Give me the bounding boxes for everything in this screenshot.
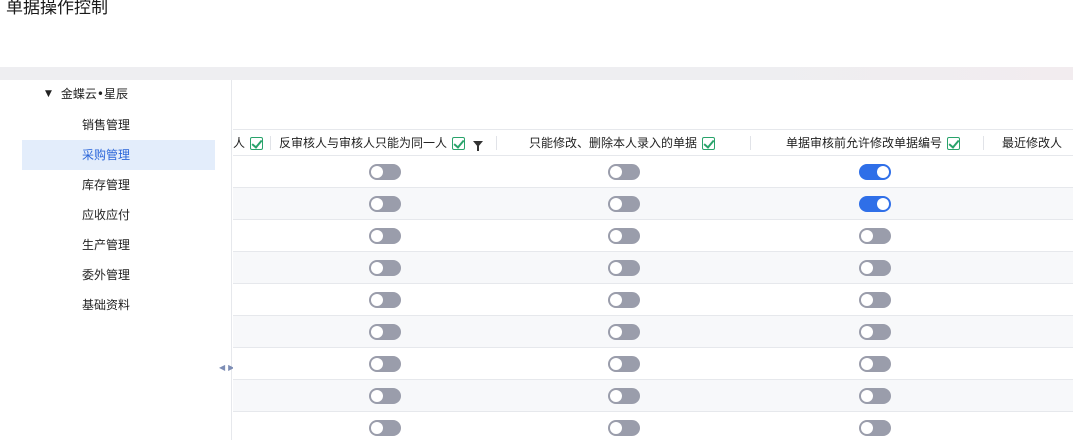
tree-item-purchase[interactable]: 采购管理 <box>22 140 215 170</box>
table-row <box>233 156 1073 188</box>
tree-item-inventory[interactable]: 库存管理 <box>22 170 215 200</box>
header-divider-band <box>0 67 1073 80</box>
filter-icon[interactable] <box>473 141 484 151</box>
toggle-own-docs-only[interactable] <box>608 228 640 244</box>
column-header-label: 只能修改、删除本人录入的单据 <box>529 136 698 150</box>
table-row <box>233 284 1073 316</box>
table-row <box>233 220 1073 252</box>
toggle-reverse-audit-same[interactable] <box>369 228 401 244</box>
column-header-last-modifier[interactable]: 最近修改人 <box>1002 130 1062 156</box>
toggle-reverse-audit-same[interactable] <box>369 164 401 180</box>
tree-item-production[interactable]: 生产管理 <box>22 230 215 260</box>
table-row <box>233 188 1073 220</box>
page-title: 单据操作控制 <box>6 0 108 18</box>
toggle-edit-number-before-audit[interactable] <box>859 388 891 404</box>
toggle-edit-number-before-audit[interactable] <box>859 260 891 276</box>
column-header-label: 最近修改人 <box>1002 136 1063 150</box>
toggle-own-docs-only[interactable] <box>608 388 640 404</box>
toggle-edit-number-before-audit[interactable] <box>859 292 891 308</box>
toggle-own-docs-only[interactable] <box>608 356 640 372</box>
table-row <box>233 316 1073 348</box>
toggle-own-docs-only[interactable] <box>608 260 640 276</box>
toggle-own-docs-only[interactable] <box>608 292 640 308</box>
toggle-reverse-audit-same[interactable] <box>369 196 401 212</box>
toggle-edit-number-before-audit[interactable] <box>859 356 891 372</box>
column-separator <box>750 136 751 150</box>
checkbox-checked-icon[interactable] <box>250 136 264 150</box>
checkbox-checked-icon[interactable] <box>947 136 961 150</box>
toggle-reverse-audit-same[interactable] <box>369 420 401 436</box>
column-separator <box>983 136 984 150</box>
toggle-own-docs-only[interactable] <box>608 196 640 212</box>
toggle-own-docs-only[interactable] <box>608 324 640 340</box>
tree-root-label: 金蝶云•星辰 <box>60 87 129 101</box>
tree-root[interactable]: ▼ 金蝶云•星辰 <box>45 86 128 102</box>
column-header-label: 人 <box>233 136 246 150</box>
checkbox-checked-icon[interactable] <box>452 136 466 150</box>
toggle-edit-number-before-audit[interactable] <box>859 324 891 340</box>
checkbox-checked-icon[interactable] <box>702 136 716 150</box>
table-row <box>233 348 1073 380</box>
toggle-edit-number-before-audit[interactable] <box>859 196 891 212</box>
toggle-edit-number-before-audit[interactable] <box>859 228 891 244</box>
column-header-label: 反审核人与审核人只能为同一人 <box>279 136 448 150</box>
column-header-cut[interactable]: 人 <box>233 130 264 156</box>
column-header-edit-number-before-audit[interactable]: 单据审核前允许修改单据编号 <box>786 130 961 156</box>
tree-item-receivable-payable[interactable]: 应收应付 <box>22 200 215 230</box>
column-header-reverse-audit-same[interactable]: 反审核人与审核人只能为同一人 <box>279 130 484 156</box>
table-row <box>233 252 1073 284</box>
tree-item-sales[interactable]: 销售管理 <box>22 110 215 140</box>
toggle-edit-number-before-audit[interactable] <box>859 164 891 180</box>
toggle-reverse-audit-same[interactable] <box>369 356 401 372</box>
column-separator <box>496 136 497 150</box>
toggle-reverse-audit-same[interactable] <box>369 388 401 404</box>
page-header: 单据操作控制 <box>0 0 1073 67</box>
toggle-reverse-audit-same[interactable] <box>369 324 401 340</box>
toggle-edit-number-before-audit[interactable] <box>859 420 891 436</box>
tree-item-basic-data[interactable]: 基础资料 <box>22 290 215 320</box>
column-header-own-docs-only[interactable]: 只能修改、删除本人录入的单据 <box>529 130 716 156</box>
toggle-own-docs-only[interactable] <box>608 420 640 436</box>
org-tree-sidebar: ▼ 金蝶云•星辰 销售管理 采购管理 库存管理 应收应付 生产管理 委外管理 基… <box>7 80 232 440</box>
table-row <box>233 380 1073 412</box>
table-row <box>233 412 1073 440</box>
column-header-label: 单据审核前允许修改单据编号 <box>786 136 943 150</box>
grid-panel: 人 反审核人与审核人只能为同一人 只能修改、删除本人录入的单据 单据审核前允许修… <box>233 80 1073 440</box>
toggle-reverse-audit-same[interactable] <box>369 292 401 308</box>
toggle-reverse-audit-same[interactable] <box>369 260 401 276</box>
tree-item-outsourcing[interactable]: 委外管理 <box>22 260 215 290</box>
caret-down-icon[interactable]: ▼ <box>45 86 52 102</box>
grid-header: 人 反审核人与审核人只能为同一人 只能修改、删除本人录入的单据 单据审核前允许修… <box>233 129 1073 156</box>
toggle-own-docs-only[interactable] <box>608 164 640 180</box>
column-separator <box>270 136 271 150</box>
